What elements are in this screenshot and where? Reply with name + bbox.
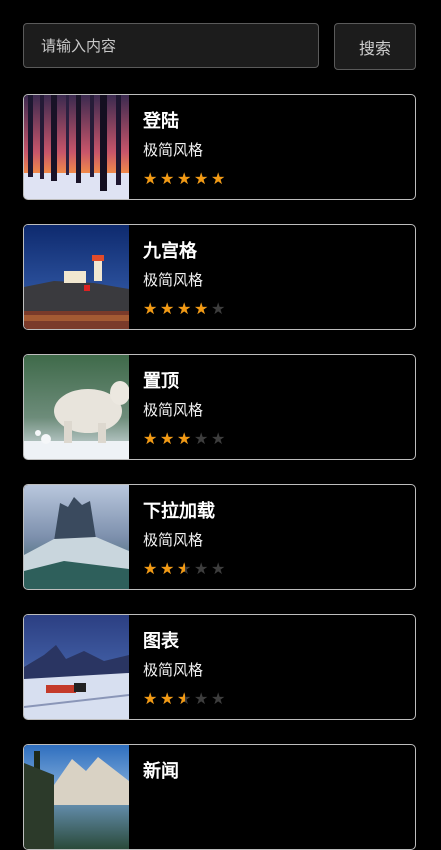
- star-icon: ★★: [211, 429, 226, 448]
- star-icon: ★★: [160, 169, 175, 188]
- thumbnail-mountain-goat: [24, 355, 129, 459]
- star-icon: ★★: [194, 169, 209, 188]
- star-icon: ★★: [143, 169, 158, 188]
- star-icon: ★★: [160, 429, 175, 448]
- thumbnail-snowy-train: [24, 615, 129, 719]
- thumbnail-alpine-lake: [24, 745, 129, 849]
- rating-stars: ★★★★★★★★★★: [143, 431, 226, 447]
- rating-stars: ★★★★★★★★★★: [143, 561, 226, 577]
- rating-stars: ★★★★★★★★★★: [143, 301, 226, 317]
- star-icon: ★★: [177, 169, 192, 188]
- star-icon: ★★: [143, 429, 158, 448]
- thumbnail-dolomites: [24, 485, 129, 589]
- star-icon: ★★: [194, 689, 209, 708]
- star-icon: ★★: [160, 299, 175, 318]
- star-icon: ★★: [177, 559, 192, 578]
- star-icon: ★★: [194, 429, 209, 448]
- list-item-pin-top[interactable]: 置顶 极简风格 ★★★★★★★★★★: [23, 354, 416, 460]
- rating-stars: ★★★★★★★★★★: [143, 691, 226, 707]
- list-item-news[interactable]: 新闻: [23, 744, 416, 850]
- star-icon: ★★: [143, 299, 158, 318]
- search-bar: 搜索: [23, 23, 416, 70]
- star-icon: ★★: [143, 689, 158, 708]
- star-icon: ★★: [160, 559, 175, 578]
- star-icon: ★★: [211, 169, 226, 188]
- item-subtitle: 极简风格: [143, 401, 204, 419]
- star-icon: ★★: [194, 559, 209, 578]
- star-icon: ★★: [177, 429, 192, 448]
- item-title: 下拉加载: [143, 501, 215, 522]
- item-subtitle: 极简风格: [143, 531, 204, 549]
- list-item-login[interactable]: 登陆 极简风格 ★ ★ ★ ★ ★ ★ ★ ★ ★ ★: [23, 94, 416, 200]
- rating-stars: ★★★★★★★★★★: [143, 171, 226, 187]
- item-title: 九宫格: [143, 241, 197, 262]
- item-title: 置顶: [143, 371, 179, 392]
- item-title: 图表: [143, 631, 179, 652]
- item-title: 登陆: [143, 111, 179, 132]
- star-icon: ★★: [211, 299, 226, 318]
- list-item-chart[interactable]: 图表 极简风格 ★★★★★★★★★★: [23, 614, 416, 720]
- search-input[interactable]: [23, 23, 319, 68]
- list-item-pull-to-load[interactable]: 下拉加载 极简风格 ★★★★★★★★★★: [23, 484, 416, 590]
- star-icon: ★★: [211, 689, 226, 708]
- star-icon: ★★: [177, 689, 192, 708]
- star-icon: ★★: [194, 299, 209, 318]
- list-item-grid[interactable]: 九宫格 极简风格 ★★★★★★★★★★: [23, 224, 416, 330]
- item-title: 新闻: [143, 761, 179, 782]
- star-icon: ★★: [211, 559, 226, 578]
- thumbnail-lighthouse: [24, 225, 129, 329]
- search-button[interactable]: 搜索: [334, 23, 416, 70]
- item-subtitle: 极简风格: [143, 271, 204, 289]
- star-icon: ★★: [160, 689, 175, 708]
- star-icon: ★★: [143, 559, 158, 578]
- item-subtitle: 极简风格: [143, 141, 204, 159]
- thumbnail-winter-forest: [24, 95, 129, 199]
- item-subtitle: 极简风格: [143, 661, 204, 679]
- star-icon: ★★: [177, 299, 192, 318]
